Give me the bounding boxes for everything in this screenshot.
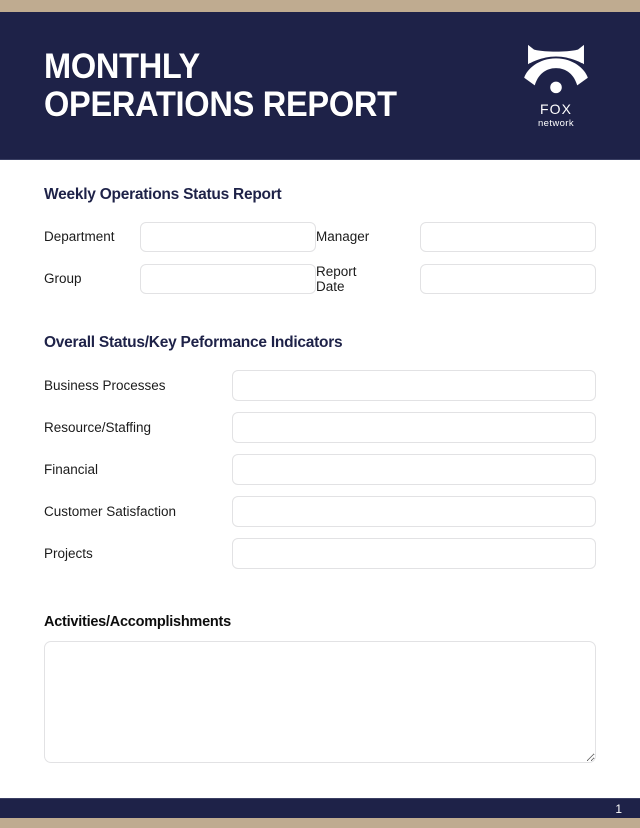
label-resource-staffing: Resource/Staffing	[44, 420, 152, 436]
customer-satisfaction-input[interactable]	[232, 496, 596, 528]
kpi-row: Projects	[44, 538, 596, 570]
bottom-accent-stripe	[0, 818, 640, 828]
label-projects: Projects	[44, 546, 93, 562]
business-processes-input[interactable]	[232, 370, 596, 402]
kpi-section: Overall Status/Key Peformance Indicators…	[44, 334, 596, 570]
fox-head-icon	[524, 44, 588, 93]
projects-input[interactable]	[232, 538, 596, 570]
label-department: Department	[44, 229, 115, 245]
brand-logo: FOX network	[508, 43, 604, 129]
resource-staffing-input[interactable]	[232, 412, 596, 444]
group-input[interactable]	[140, 264, 316, 295]
department-input[interactable]	[140, 222, 316, 252]
label-manager: Manager	[316, 229, 370, 245]
brand-name: FOX	[539, 100, 573, 117]
activities-textarea[interactable]	[44, 641, 596, 764]
label-customer-satisfaction: Customer Satisfaction	[44, 504, 177, 520]
report-date-input[interactable]	[420, 264, 596, 295]
page-title: MONTHLY OPERATIONS REPORT	[44, 47, 397, 124]
meta-field-grid: Department Manager Group Report Date	[44, 222, 596, 295]
label-business-processes: Business Processes	[44, 378, 166, 394]
label-group: Group	[44, 271, 82, 287]
page-number: 1	[615, 801, 622, 816]
label-financial: Financial	[44, 462, 99, 478]
report-page: MONTHLY OPERATIONS REPORT FOX network We…	[0, 0, 640, 828]
brand-tagline: network	[537, 117, 575, 129]
financial-input[interactable]	[232, 454, 596, 486]
document-footer: 1	[0, 798, 640, 818]
document-header: MONTHLY OPERATIONS REPORT FOX network	[0, 12, 640, 160]
top-accent-stripe	[0, 0, 640, 12]
label-report-date: Report Date	[316, 264, 357, 295]
meta-section: Weekly Operations Status Report Departme…	[44, 186, 596, 295]
kpi-row: Customer Satisfaction	[44, 496, 596, 528]
activities-section-heading: Activities/Accomplishments	[44, 614, 231, 631]
activities-section: Activities/Accomplishments	[44, 614, 596, 768]
kpi-row: Resource/Staffing	[44, 412, 596, 444]
kpi-row: Business Processes	[44, 370, 596, 402]
kpi-row: Financial	[44, 454, 596, 486]
manager-input[interactable]	[420, 222, 596, 252]
document-body: Weekly Operations Status Report Departme…	[0, 160, 640, 798]
meta-section-heading: Weekly Operations Status Report	[44, 186, 282, 203]
kpi-section-heading: Overall Status/Key Peformance Indicators	[44, 334, 343, 352]
